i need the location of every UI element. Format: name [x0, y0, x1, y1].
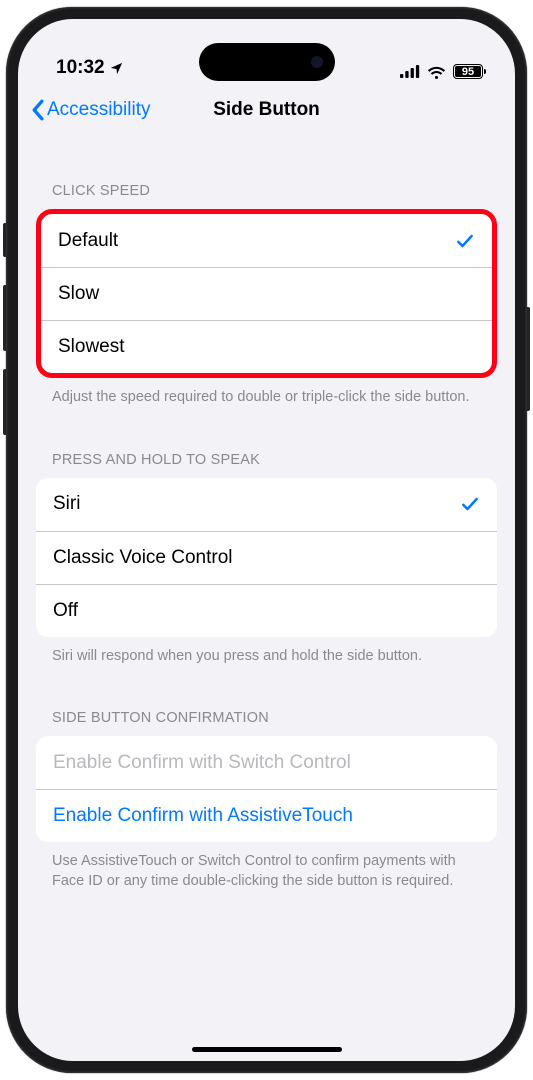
option-label: Enable Confirm with AssistiveTouch: [53, 805, 353, 827]
content: CLICK SPEED Default Slow Slowest Adjust …: [18, 137, 515, 1061]
confirm-assistivetouch[interactable]: Enable Confirm with AssistiveTouch: [36, 789, 497, 842]
press-hold-footer: Siri will respond when you press and hol…: [36, 637, 497, 667]
status-right: 95: [400, 64, 483, 79]
click-speed-slow[interactable]: Slow: [41, 267, 492, 320]
press-hold-siri[interactable]: Siri: [36, 478, 497, 531]
cellular-icon: [400, 65, 420, 78]
click-speed-group: Default Slow Slowest: [36, 209, 497, 378]
mute-switch: [3, 223, 6, 257]
wifi-icon: [427, 65, 446, 79]
nav-bar: Accessibility Side Button: [18, 83, 515, 137]
checkmark-icon: [455, 231, 475, 251]
option-label: Siri: [53, 493, 80, 515]
option-label: Slow: [58, 283, 99, 305]
confirm-header: SIDE BUTTON CONFIRMATION: [36, 710, 497, 736]
volume-down: [3, 369, 6, 435]
side-button: [527, 307, 530, 411]
status-left: 10:32: [56, 57, 124, 79]
click-speed-header: CLICK SPEED: [36, 183, 497, 209]
confirm-group: Enable Confirm with Switch Control Enabl…: [36, 736, 497, 842]
click-speed-footer: Adjust the speed required to double or t…: [36, 378, 497, 408]
press-hold-header: PRESS AND HOLD TO SPEAK: [36, 452, 497, 478]
volume-up: [3, 285, 6, 351]
location-icon: [109, 61, 124, 76]
screen: 10:32: [18, 19, 515, 1061]
press-hold-group: Siri Classic Voice Control Off: [36, 478, 497, 637]
click-speed-slowest[interactable]: Slowest: [41, 320, 492, 373]
press-hold-classic[interactable]: Classic Voice Control: [36, 531, 497, 584]
option-label: Enable Confirm with Switch Control: [53, 752, 351, 774]
option-label: Off: [53, 600, 78, 622]
battery-level: 95: [462, 66, 474, 78]
confirm-switch-control: Enable Confirm with Switch Control: [36, 736, 497, 789]
option-label: Slowest: [58, 336, 125, 358]
phone-frame: 10:32: [6, 7, 527, 1073]
option-label: Classic Voice Control: [53, 547, 233, 569]
home-indicator[interactable]: [192, 1047, 342, 1053]
page-title: Side Button: [213, 99, 320, 121]
back-label: Accessibility: [47, 99, 150, 121]
press-hold-off[interactable]: Off: [36, 584, 497, 637]
confirm-footer: Use AssistiveTouch or Switch Control to …: [36, 842, 497, 891]
option-label: Default: [58, 230, 118, 252]
dynamic-island: [199, 43, 335, 81]
status-time: 10:32: [56, 57, 105, 79]
checkmark-icon: [460, 494, 480, 514]
battery-icon: 95: [453, 64, 483, 79]
click-speed-default[interactable]: Default: [41, 214, 492, 267]
back-button[interactable]: Accessibility: [18, 99, 150, 121]
